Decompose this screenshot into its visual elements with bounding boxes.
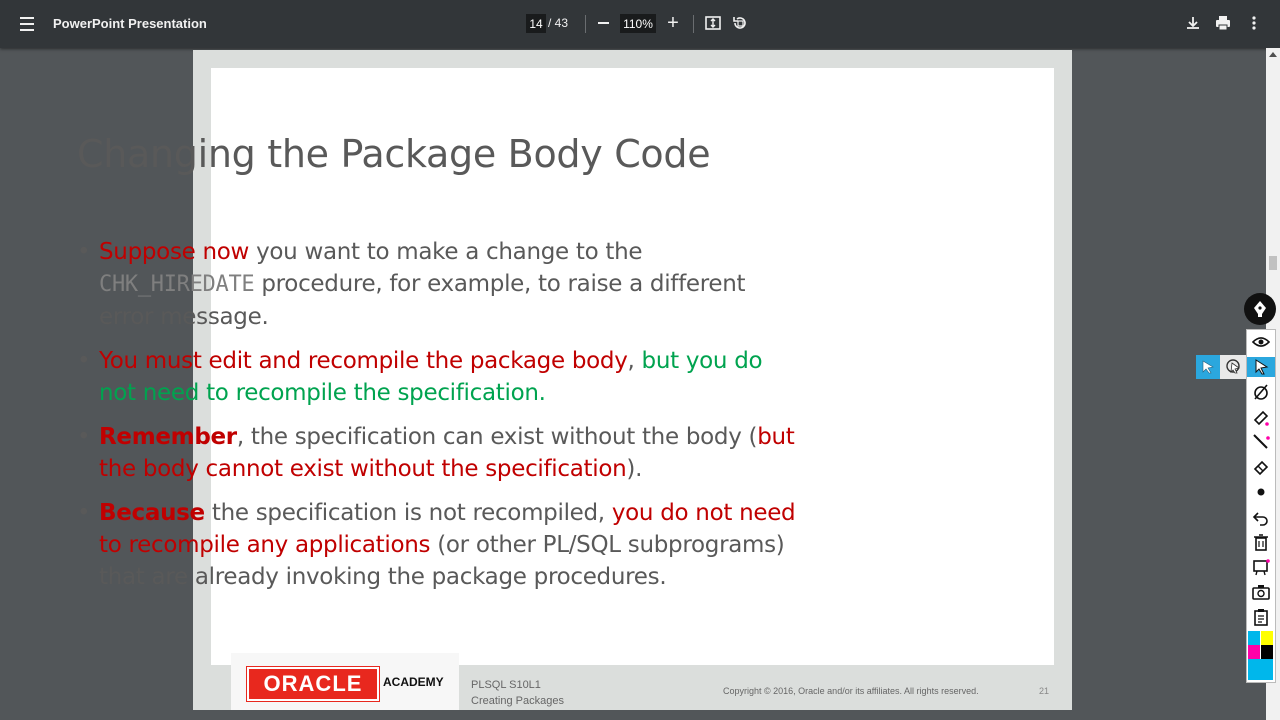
pdf-toolbar: PowerPoint Presentation 14 / 43 110% + — [0, 0, 1280, 48]
dot-icon[interactable] — [1251, 482, 1271, 502]
bullet-text-segment: Suppose now — [99, 239, 250, 265]
fit-page-icon[interactable] — [704, 14, 722, 32]
download-icon[interactable] — [1184, 14, 1202, 32]
camera-icon[interactable] — [1251, 582, 1271, 602]
rotate-icon[interactable] — [731, 14, 749, 32]
bullet-item: • You must edit and recompile the package… — [77, 345, 797, 409]
print-icon[interactable] — [1214, 14, 1232, 32]
bullet-item: • Because the specification is not recomp… — [77, 497, 797, 593]
oracle-logo: ORACLE — [246, 666, 380, 702]
whiteboard-icon[interactable] — [1251, 557, 1271, 577]
eraser-off-icon[interactable] — [1251, 382, 1271, 402]
color-swatch-cyan[interactable] — [1248, 631, 1260, 645]
bullet-text-segment: CHK_HIREDATE — [99, 272, 255, 297]
color-swatch-yellow[interactable] — [1261, 631, 1273, 645]
page-number-input[interactable]: 14 — [526, 14, 546, 33]
document-title: PowerPoint Presentation — [53, 16, 207, 31]
cursor-options-popup — [1196, 355, 1246, 379]
zoom-level-input[interactable]: 110% — [620, 14, 656, 33]
zoom-in-button[interactable]: + — [663, 13, 683, 33]
divider — [693, 15, 694, 33]
scroll-up-arrow[interactable] — [1269, 52, 1277, 57]
divider — [585, 15, 586, 33]
bullet-item: • Suppose now you want to make a change t… — [77, 236, 797, 333]
course-title: Creating Packages — [471, 695, 564, 707]
bullet-marker: • — [77, 424, 91, 450]
page-total: / 43 — [548, 16, 569, 30]
bullet-text-segment: you want to make a change to the — [249, 239, 643, 265]
eraser-icon[interactable] — [1251, 457, 1271, 477]
spotlight-cursor-icon[interactable] — [1222, 355, 1246, 379]
bullet-text-segment: the specification is not recompiled, — [204, 500, 612, 526]
scroll-thumb[interactable] — [1269, 256, 1277, 270]
bullet-marker: • — [77, 500, 91, 526]
slide-title: Changing the Package Body Code — [77, 132, 711, 176]
academy-label: ACADEMY — [383, 675, 444, 689]
color-swatch-black[interactable] — [1261, 645, 1273, 659]
bullet-text-segment: ). — [626, 456, 643, 482]
bullet-marker: • — [77, 239, 91, 265]
bullet-item: • Remember, the specification can exist w… — [77, 421, 797, 485]
more-options-icon[interactable] — [1245, 14, 1263, 32]
course-code: PLSQL S10L1 — [471, 679, 541, 691]
copyright-text: Copyright © 2016, Oracle and/or its affi… — [723, 686, 979, 696]
clipboard-icon[interactable] — [1251, 607, 1271, 627]
highlighter-icon[interactable] — [1251, 407, 1271, 427]
oracle-logo-area: ORACLE ACADEMY — [231, 653, 459, 710]
menu-icon[interactable] — [14, 12, 40, 36]
zoom-out-button[interactable] — [593, 13, 613, 33]
bullet-text-segment: Because — [99, 500, 205, 526]
bullet-list: • Suppose now you want to make a change t… — [77, 236, 797, 605]
bullet-text-segment: Remember — [99, 424, 237, 450]
bullet-text-segment: , the specification can exist without th… — [236, 424, 758, 450]
arrow-cursor-icon[interactable] — [1196, 355, 1220, 379]
course-info: PLSQL S10L1 Creating Packages — [471, 677, 564, 709]
pen-tool-icon[interactable] — [1244, 293, 1276, 325]
color-swatch-current[interactable] — [1248, 659, 1273, 680]
bullet-text-segment: You must edit and recompile the package … — [99, 348, 628, 374]
undo-icon[interactable] — [1251, 507, 1271, 527]
slide-page-number: 21 — [1039, 686, 1050, 696]
annotation-toolbar — [1246, 329, 1276, 683]
trash-icon[interactable] — [1251, 532, 1271, 552]
eye-icon[interactable] — [1251, 332, 1271, 352]
color-swatch-magenta[interactable] — [1248, 645, 1260, 659]
pointer-icon[interactable] — [1247, 357, 1275, 377]
line-icon[interactable] — [1251, 432, 1271, 452]
bullet-marker: • — [77, 348, 91, 374]
bullet-text-segment: , — [627, 348, 642, 374]
